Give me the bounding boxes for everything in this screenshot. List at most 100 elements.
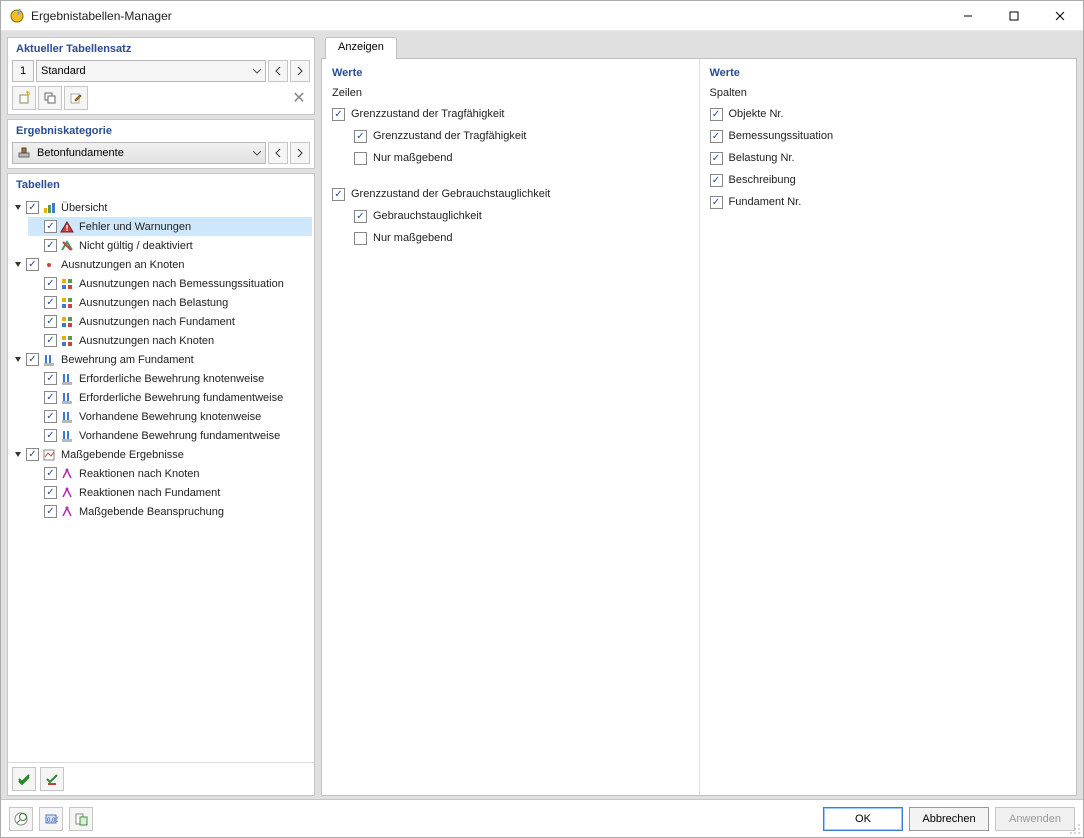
tablesset-combo[interactable]: Standard bbox=[36, 60, 266, 82]
tree-checkbox[interactable] bbox=[44, 391, 57, 404]
spalten-item[interactable]: Objekte Nr. bbox=[710, 103, 1067, 125]
category-prev-button[interactable] bbox=[268, 142, 288, 164]
tablesset-number[interactable]: 1 bbox=[12, 60, 34, 82]
spalten-item[interactable]: Fundament Nr. bbox=[710, 191, 1067, 213]
ok-button[interactable]: OK bbox=[823, 807, 903, 831]
tree-item[interactable]: Ausnutzungen nach Bemessungssituation bbox=[28, 274, 312, 293]
tree-checkbox[interactable] bbox=[44, 315, 57, 328]
apply-button[interactable]: Anwenden bbox=[995, 807, 1075, 831]
tab-anzeigen[interactable]: Anzeigen bbox=[325, 37, 397, 59]
checkbox[interactable] bbox=[332, 188, 345, 201]
resize-grip-icon[interactable] bbox=[1069, 823, 1081, 835]
close-button[interactable] bbox=[1037, 1, 1083, 30]
tree-label: Maßgebende Ergebnisse bbox=[59, 449, 184, 461]
tree-checkbox[interactable] bbox=[44, 334, 57, 347]
spalten-item[interactable]: Beschreibung bbox=[710, 169, 1067, 191]
expand-icon[interactable] bbox=[12, 356, 24, 364]
tree-checkbox[interactable] bbox=[26, 353, 39, 366]
tree-item[interactable]: Ausnutzungen nach Belastung bbox=[28, 293, 312, 312]
tree-checkbox[interactable] bbox=[26, 258, 39, 271]
tree-checkbox[interactable] bbox=[44, 429, 57, 442]
react-icon bbox=[59, 504, 75, 520]
tree-item[interactable]: Erforderliche Bewehrung fundamentweise bbox=[28, 388, 312, 407]
expand-icon[interactable] bbox=[12, 451, 24, 459]
tree-checkbox[interactable] bbox=[44, 296, 57, 309]
tablesset-prev-button[interactable] bbox=[268, 60, 288, 82]
cancel-button[interactable]: Abbrechen bbox=[909, 807, 989, 831]
zeilen-item[interactable]: Gebrauchstauglichkeit bbox=[332, 205, 689, 227]
expand-icon[interactable] bbox=[12, 261, 24, 269]
tree-item[interactable]: Nicht gültig / deaktiviert bbox=[28, 236, 312, 255]
minimize-button[interactable] bbox=[945, 1, 991, 30]
export-button[interactable] bbox=[69, 807, 93, 831]
category-heading: Ergebniskategorie bbox=[8, 120, 314, 142]
tree-checkbox[interactable] bbox=[44, 410, 57, 423]
zeilen-item-label: Nur maßgebend bbox=[373, 232, 453, 244]
tree-item[interactable]: Maßgebende Beanspruchung bbox=[28, 502, 312, 521]
tree-item[interactable]: Ausnutzungen nach Knoten bbox=[28, 331, 312, 350]
util-icon bbox=[59, 295, 75, 311]
tree-checkbox[interactable] bbox=[44, 239, 57, 252]
zeilen-group[interactable]: Grenzzustand der Tragfähigkeit bbox=[332, 103, 689, 125]
tree-checkbox[interactable] bbox=[44, 467, 57, 480]
tree-item[interactable]: Vorhandene Bewehrung fundamentweise bbox=[28, 426, 312, 445]
tree-checkbox[interactable] bbox=[44, 505, 57, 518]
checkbox[interactable] bbox=[354, 232, 367, 245]
tree-label: Bewehrung am Fundament bbox=[59, 354, 194, 366]
category-combo[interactable]: Betonfundamente bbox=[12, 142, 266, 164]
expand-icon[interactable] bbox=[12, 204, 24, 212]
tree-group[interactable]: Bewehrung am Fundament bbox=[10, 350, 312, 369]
tree-item[interactable]: Ausnutzungen nach Fundament bbox=[28, 312, 312, 331]
tree-item[interactable]: Fehler und Warnungen bbox=[28, 217, 312, 236]
checkbox[interactable] bbox=[354, 130, 367, 143]
tree-group[interactable]: Ausnutzungen an Knoten bbox=[10, 255, 312, 274]
checkbox[interactable] bbox=[710, 108, 723, 121]
zeilen-group[interactable]: Grenzzustand der Gebrauchstauglichkeit bbox=[332, 183, 689, 205]
checkbox[interactable] bbox=[354, 210, 367, 223]
help-button[interactable] bbox=[9, 807, 33, 831]
tree-checkbox[interactable] bbox=[44, 486, 57, 499]
checkbox[interactable] bbox=[332, 108, 345, 121]
checkbox[interactable] bbox=[354, 152, 367, 165]
tree-item[interactable]: Reaktionen nach Knoten bbox=[28, 464, 312, 483]
spalten-item[interactable]: Bemessungssituation bbox=[710, 125, 1067, 147]
tab-body: Werte Zeilen Grenzzustand der Tragfähigk… bbox=[321, 58, 1077, 796]
tree-item[interactable]: Reaktionen nach Fundament bbox=[28, 483, 312, 502]
overview-icon bbox=[41, 200, 57, 216]
tree-item[interactable]: Erforderliche Bewehrung knotenweise bbox=[28, 369, 312, 388]
maximize-button[interactable] bbox=[991, 1, 1037, 30]
tree-checkbox[interactable] bbox=[44, 220, 57, 233]
tree-checkbox[interactable] bbox=[26, 201, 39, 214]
rebar-icon bbox=[59, 409, 75, 425]
tablesset-next-button[interactable] bbox=[290, 60, 310, 82]
tree[interactable]: Übersicht Fehler und WarnungenNicht gülti… bbox=[8, 196, 314, 762]
uncheck-all-button[interactable] bbox=[40, 767, 64, 791]
tree-group[interactable]: Übersicht bbox=[10, 198, 312, 217]
edit-button[interactable] bbox=[64, 86, 88, 110]
category-next-button[interactable] bbox=[290, 142, 310, 164]
copy-button[interactable] bbox=[38, 86, 62, 110]
tree-checkbox[interactable] bbox=[44, 277, 57, 290]
tree-label: Übersicht bbox=[59, 202, 107, 214]
checkbox[interactable] bbox=[710, 130, 723, 143]
tree-group[interactable]: Maßgebende Ergebnisse bbox=[10, 445, 312, 464]
checkbox[interactable] bbox=[710, 174, 723, 187]
spalten-item[interactable]: Belastung Nr. bbox=[710, 147, 1067, 169]
tree-item[interactable]: Vorhandene Bewehrung knotenweise bbox=[28, 407, 312, 426]
new-button[interactable] bbox=[12, 86, 36, 110]
zeilen-item[interactable]: Grenzzustand der Tragfähigkeit bbox=[332, 125, 689, 147]
checkbox[interactable] bbox=[710, 196, 723, 209]
delete-button[interactable]: ✕ bbox=[288, 87, 310, 109]
tree-checkbox[interactable] bbox=[44, 372, 57, 385]
checkbox[interactable] bbox=[710, 152, 723, 165]
check-all-button[interactable] bbox=[12, 767, 36, 791]
tree-label: Erforderliche Bewehrung fundamentweise bbox=[77, 392, 283, 404]
zeilen-item[interactable]: Nur maßgebend bbox=[332, 147, 689, 169]
titlebar: Ergebnistabellen-Manager bbox=[1, 1, 1083, 31]
units-button[interactable]: 0,00 bbox=[39, 807, 63, 831]
zeilen-item[interactable]: Nur maßgebend bbox=[332, 227, 689, 249]
tree-checkbox[interactable] bbox=[26, 448, 39, 461]
chevron-down-icon bbox=[253, 67, 261, 75]
tree-label: Ausnutzungen nach Bemessungssituation bbox=[77, 278, 284, 290]
werte-right-heading: Werte bbox=[710, 67, 1067, 79]
